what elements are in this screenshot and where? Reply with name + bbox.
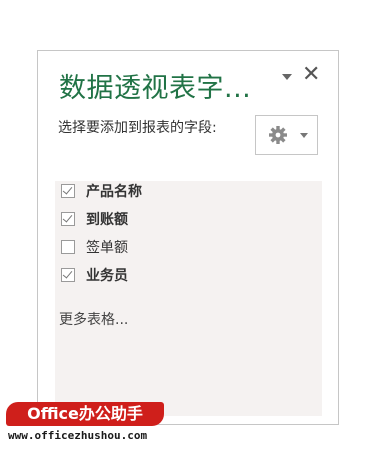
field-item-product-name[interactable]: 产品名称 — [61, 181, 142, 201]
close-icon[interactable]: ✕ — [302, 64, 320, 86]
gear-icon — [268, 125, 288, 149]
field-list: 产品名称 到账额 签单额 业务员 更多表格... — [55, 181, 322, 416]
field-checkbox[interactable] — [61, 240, 75, 254]
field-item-received-amount[interactable]: 到账额 — [61, 209, 128, 229]
instruction-text: 选择要添加到报表的字段: — [58, 120, 217, 136]
more-tables-link[interactable]: 更多表格... — [59, 309, 128, 329]
field-item-signed-amount[interactable]: 签单额 — [61, 237, 128, 257]
field-label: 到账额 — [86, 212, 128, 228]
field-checkbox[interactable] — [61, 184, 75, 198]
brand-url: www.officezhushou.com — [8, 429, 148, 442]
brand-watermark: Office办公助手 — [6, 402, 164, 426]
field-label: 业务员 — [86, 268, 128, 284]
chevron-down-icon — [300, 133, 308, 138]
pivot-field-list-pane: 数据透视表字... ✕ 选择要添加到报表的字段: 产品名称 到账额 签单额 业务… — [37, 50, 339, 425]
pane-title: 数据透视表字... — [59, 73, 252, 104]
field-checkbox[interactable] — [61, 212, 75, 226]
pane-options-dropdown-icon[interactable] — [282, 74, 292, 80]
tools-button[interactable] — [255, 115, 318, 155]
field-label: 签单额 — [86, 240, 128, 256]
field-item-salesperson[interactable]: 业务员 — [61, 265, 128, 285]
field-label: 产品名称 — [86, 184, 142, 200]
field-checkbox[interactable] — [61, 268, 75, 282]
